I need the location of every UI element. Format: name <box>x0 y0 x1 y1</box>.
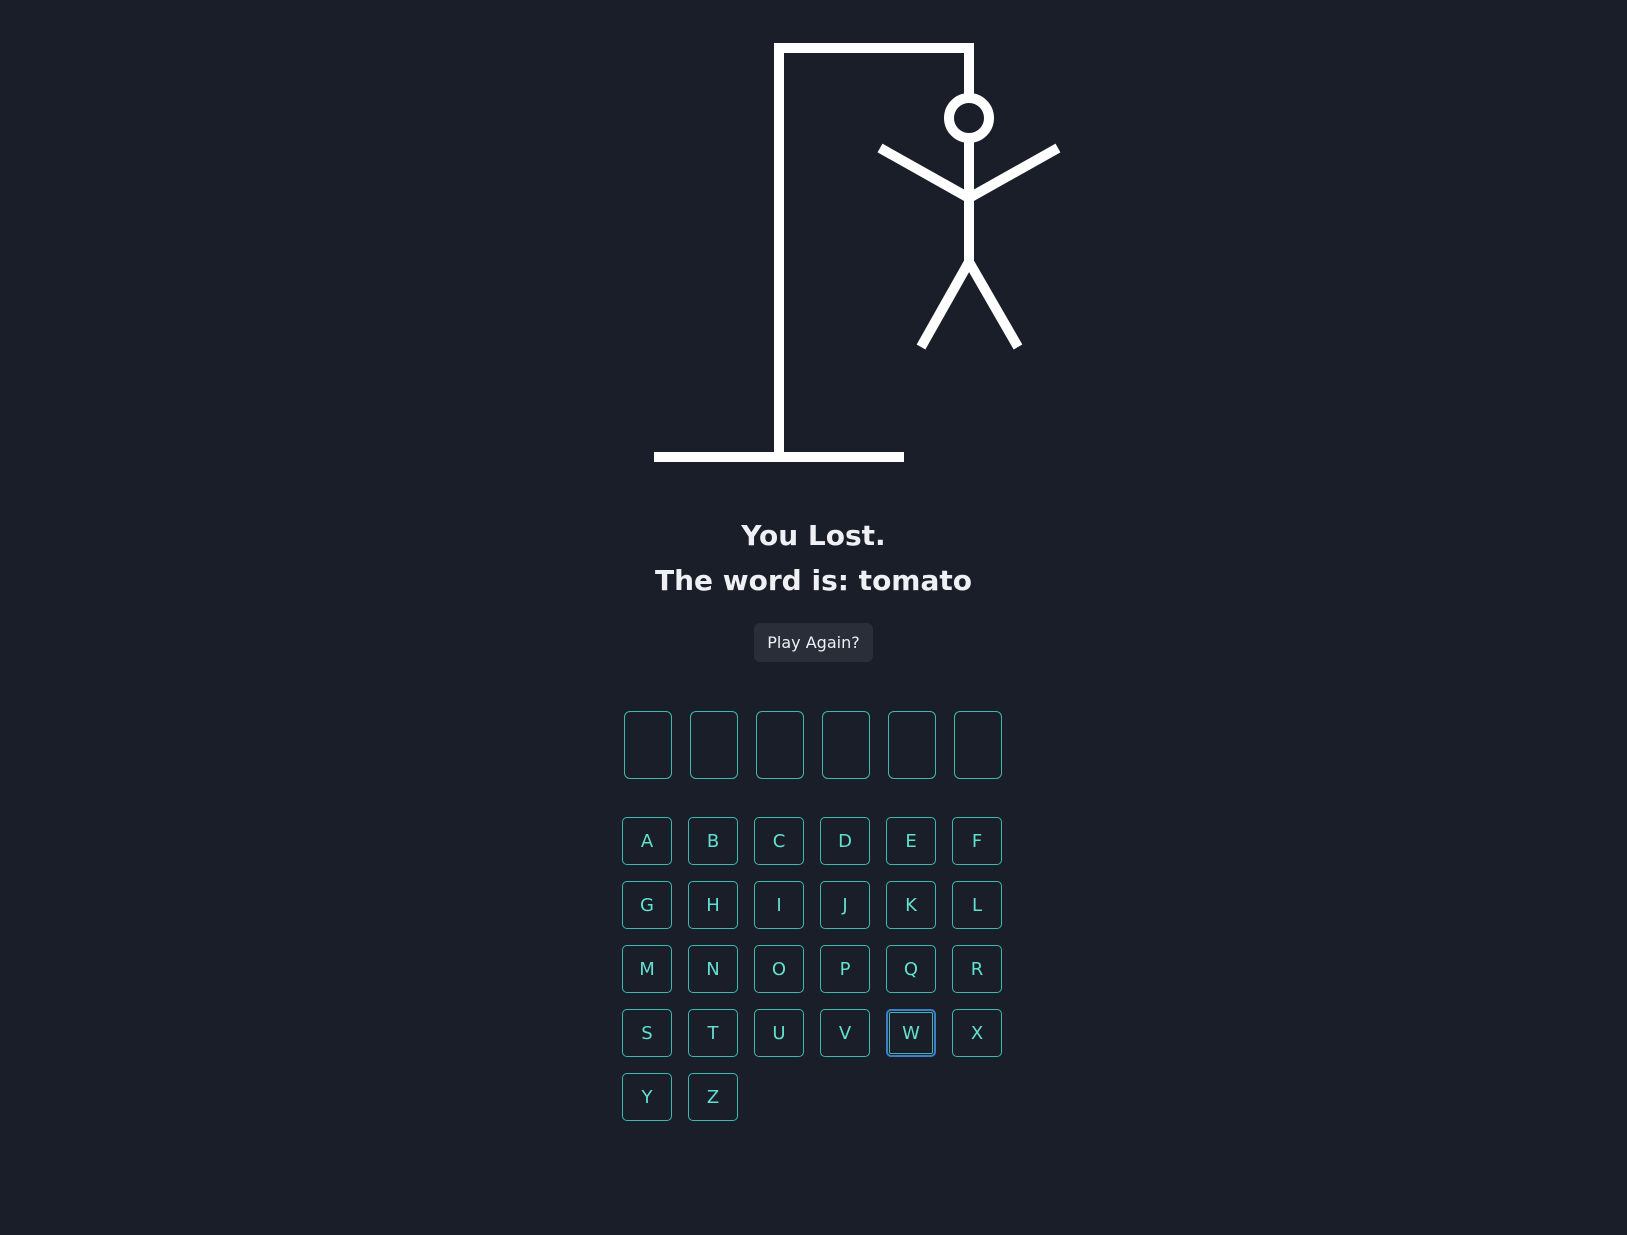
letter-key-w[interactable]: W <box>886 1009 936 1057</box>
figure-left-arm <box>877 143 972 203</box>
letter-key-h[interactable]: H <box>688 881 738 929</box>
letter-key-x[interactable]: X <box>952 1009 1002 1057</box>
letter-key-q[interactable]: Q <box>886 945 936 993</box>
letter-key-s[interactable]: S <box>622 1009 672 1057</box>
letter-key-o[interactable]: O <box>754 945 804 993</box>
hangman-app: You Lost. The word is: tomato Play Again… <box>0 0 1627 1235</box>
letter-key-u[interactable]: U <box>754 1009 804 1057</box>
letter-slot <box>624 711 672 779</box>
letter-slot <box>822 711 870 779</box>
letter-key-e[interactable]: E <box>886 817 936 865</box>
letter-key-l[interactable]: L <box>952 881 1002 929</box>
hangman-drawing <box>654 43 1061 462</box>
letter-key-f[interactable]: F <box>952 817 1002 865</box>
letter-key-t[interactable]: T <box>688 1009 738 1057</box>
letter-key-k[interactable]: K <box>886 881 936 929</box>
figure-left-leg <box>916 259 974 350</box>
letter-key-j[interactable]: J <box>820 881 870 929</box>
letter-key-b[interactable]: B <box>688 817 738 865</box>
letter-key-z[interactable]: Z <box>688 1073 738 1121</box>
letter-key-d[interactable]: D <box>820 817 870 865</box>
letter-key-a[interactable]: A <box>622 817 672 865</box>
figure-head <box>944 93 994 143</box>
letter-key-m[interactable]: M <box>622 945 672 993</box>
letter-slot <box>756 711 804 779</box>
letter-key-g[interactable]: G <box>622 881 672 929</box>
letter-slot <box>954 711 1002 779</box>
letter-key-c[interactable]: C <box>754 817 804 865</box>
letter-key-p[interactable]: P <box>820 945 870 993</box>
figure-right-arm <box>966 143 1061 203</box>
letter-slot <box>888 711 936 779</box>
letter-key-i[interactable]: I <box>754 881 804 929</box>
letter-key-v[interactable]: V <box>820 1009 870 1057</box>
letter-slot <box>690 711 738 779</box>
letter-key-y[interactable]: Y <box>622 1073 672 1121</box>
answer-reveal: The word is: tomato <box>655 564 972 597</box>
letter-key-r[interactable]: R <box>952 945 1002 993</box>
result-message: You Lost. <box>741 519 886 552</box>
play-again-button[interactable]: Play Again? <box>754 623 873 662</box>
figure-right-leg <box>964 259 1023 350</box>
letter-key-n[interactable]: N <box>688 945 738 993</box>
